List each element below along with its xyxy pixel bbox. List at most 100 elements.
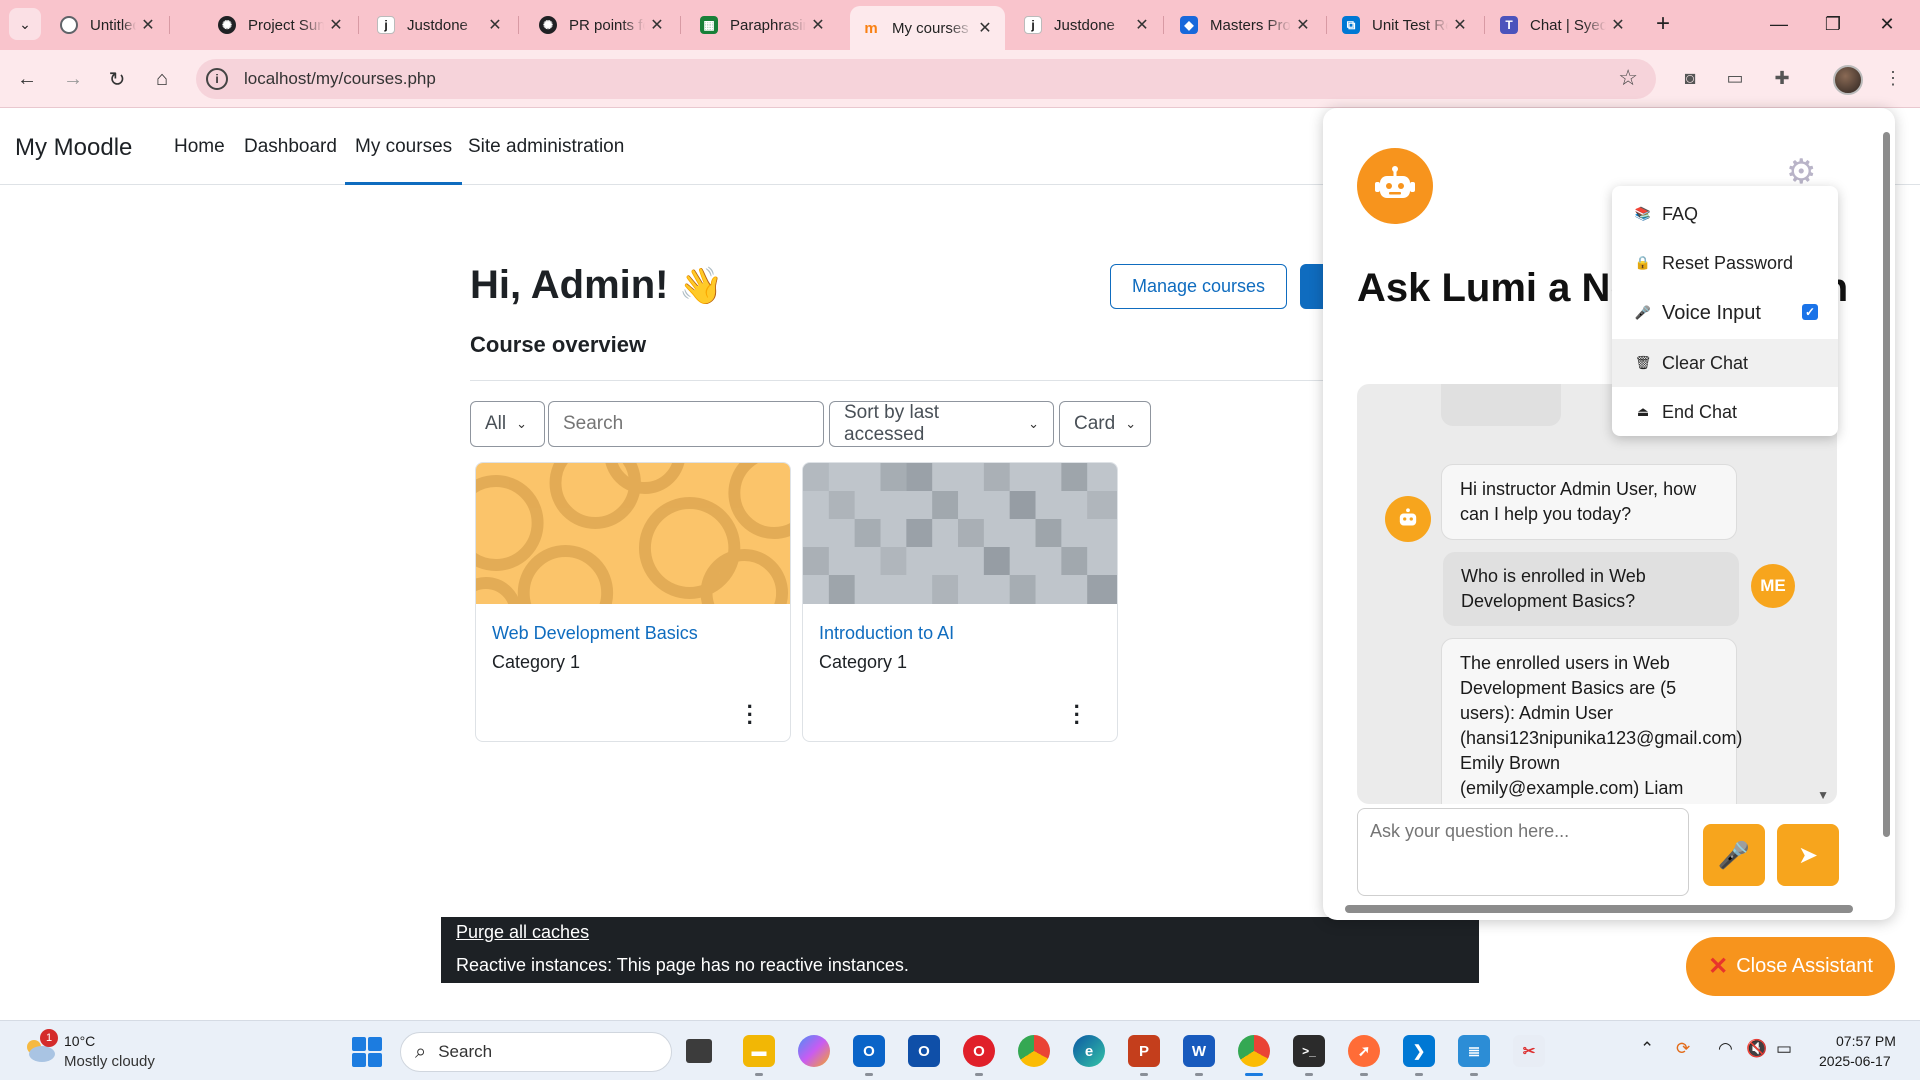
nav-dashboard[interactable]: Dashboard [244,136,337,158]
close-icon[interactable]: ✕ [1130,15,1154,35]
voice-input-checkbox[interactable]: ✓ [1802,304,1818,320]
view-mode-select[interactable]: Card ⌄ [1059,401,1151,447]
notepad-icon[interactable]: ≣ [1458,1035,1490,1067]
weather-description[interactable]: Mostly cloudy [64,1053,155,1070]
course-search-input[interactable] [548,401,824,447]
course-title-link[interactable]: Web Development Basics [492,623,698,644]
browser-tab[interactable]: ▦ Paraphrasing ✕ [688,8,838,42]
chevron-up-icon[interactable]: ⌃ [1640,1039,1654,1059]
menu-item-label: FAQ [1662,203,1699,224]
minimize-icon[interactable]: — [1756,6,1802,42]
browser-tab-active[interactable]: m My courses ✕ [850,6,1005,50]
course-card[interactable]: Web Development Basics Category 1 · · · [475,462,791,742]
nav-site-administration[interactable]: Site administration [468,136,624,158]
nav-my-courses[interactable]: My courses [345,136,463,185]
menu-item-end-chat[interactable]: ⏏ End Chat [1612,388,1838,436]
clock-time[interactable]: 07:57 PM [1836,1033,1896,1049]
browser-tab[interactable]: j Justdone ✕ [1012,8,1162,42]
site-info-icon[interactable]: i [206,68,228,90]
chrome-profile-icon[interactable] [1238,1035,1270,1067]
close-icon[interactable]: ✕ [324,15,348,35]
send-button[interactable]: ➤ [1777,824,1839,886]
scrollbar-thumb[interactable] [1883,132,1890,837]
course-actions-kebab-icon[interactable]: · · · [1074,696,1081,734]
close-icon[interactable]: ✕ [483,15,507,35]
microphone-button[interactable]: 🎤 [1703,824,1765,886]
tab-title: Unit Test Results [1372,16,1448,34]
bookmark-star-icon[interactable]: ☆ [1618,65,1638,91]
close-icon[interactable]: ✕ [806,15,830,35]
browser-tab[interactable]: ✺ PR points for ✕ [527,8,677,42]
course-title-link[interactable]: Introduction to AI [819,623,954,644]
new-tab-button[interactable]: + [1649,10,1677,38]
close-icon[interactable]: ✕ [645,15,669,35]
course-filter-select[interactable]: All ⌄ [470,401,545,447]
snipping-tool-icon[interactable]: ✂ [1513,1035,1545,1067]
address-bar[interactable]: i localhost/my/courses.php ☆ [196,59,1656,99]
scrollbar-thumb[interactable] [1345,905,1853,913]
edge-icon[interactable]: e [1073,1035,1105,1067]
sync-icon[interactable]: ⟳ [1676,1039,1690,1059]
site-brand[interactable]: My Moodle [15,134,132,162]
powerpoint-icon[interactable]: P [1128,1035,1160,1067]
close-assistant-button[interactable]: ✕ Close Assistant [1686,937,1895,996]
chrome-icon[interactable] [1018,1035,1050,1067]
copilot-icon[interactable] [798,1035,830,1067]
menu-item-reset-password[interactable]: 🔒 Reset Password [1612,239,1838,287]
chat-question-input[interactable] [1357,808,1689,896]
close-icon[interactable]: ✕ [136,15,160,35]
close-icon[interactable]: ✕ [973,18,997,38]
wifi-icon[interactable]: ◠ [1718,1039,1733,1059]
window-close-icon[interactable]: ✕ [1864,6,1910,42]
close-icon[interactable]: ✕ [1448,15,1472,35]
course-actions-kebab-icon[interactable]: · · · [747,696,754,734]
chat-vertical-scrollbar[interactable] [1881,120,1891,910]
volume-muted-icon[interactable]: 🔇 [1746,1039,1767,1059]
profile-avatar[interactable] [1833,65,1863,95]
reload-icon[interactable]: ↻ [100,62,134,96]
browser-tab[interactable]: j Justdone ✕ [365,8,515,42]
restore-icon[interactable]: ❐ [1810,6,1856,42]
back-icon[interactable]: ← [10,62,44,96]
url-text[interactable]: localhost/my/courses.php [244,69,436,89]
home-icon[interactable]: ⌂ [145,62,179,96]
camera-icon[interactable]: ◙ [1675,63,1705,93]
postman-icon[interactable]: ➚ [1348,1035,1380,1067]
sort-select[interactable]: Sort by last accessed ⌄ [829,401,1054,447]
menu-item-clear-chat[interactable]: 🗑 Clear Chat [1612,339,1838,387]
outlook-new-icon[interactable]: O [853,1035,885,1067]
browser-tab[interactable]: ⧉ Unit Test Results ✕ [1330,8,1480,42]
terminal-icon[interactable]: >_ [1293,1035,1325,1067]
battery-icon[interactable]: ▭ [1776,1039,1792,1059]
forward-icon[interactable]: → [56,62,90,96]
vscode-icon[interactable]: ❯ [1403,1035,1435,1067]
weather-temperature[interactable]: 10°C [64,1033,95,1049]
browser-tab[interactable]: ✺ Project Summary ✕ [206,8,356,42]
opera-icon[interactable]: O [963,1035,995,1067]
scroll-down-arrow-icon[interactable]: ▼ [1817,788,1829,802]
manage-courses-button[interactable]: Manage courses [1110,264,1287,309]
chat-horizontal-scrollbar[interactable] [1329,902,1874,914]
nav-home[interactable]: Home [174,136,225,158]
browser-tab[interactable]: T Chat | Syed ✕ [1488,8,1638,42]
close-icon[interactable]: ✕ [1606,15,1630,35]
tab-search-button[interactable]: ⌄ [9,8,41,40]
menu-item-voice-input[interactable]: 🎤 Voice Input ✓ [1612,289,1838,337]
menu-item-faq[interactable]: 📚 FAQ [1612,190,1838,238]
browser-tab[interactable]: Untitled ✕ [48,8,168,42]
browser-menu-icon[interactable]: ⋮ [1878,63,1908,93]
cast-icon[interactable]: ▭ [1720,63,1750,93]
clock-date[interactable]: 2025-06-17 [1819,1053,1891,1069]
lock-icon: 🔒 [1634,255,1652,270]
task-view-icon[interactable] [686,1039,712,1063]
taskbar-search[interactable]: ⌕ Search [400,1032,672,1072]
course-card[interactable]: Introduction to AI Category 1 · · · [802,462,1118,742]
word-icon[interactable]: W [1183,1035,1215,1067]
outlook-icon[interactable]: O [908,1035,940,1067]
close-icon[interactable]: ✕ [1291,15,1315,35]
browser-tab[interactable]: ◆ Masters Project ✕ [1168,8,1323,42]
windows-start-icon[interactable] [352,1037,382,1067]
extensions-puzzle-icon[interactable]: ✚ [1767,63,1797,93]
file-explorer-icon[interactable]: ▬ [743,1035,775,1067]
purge-caches-link[interactable]: Purge all caches [456,922,589,943]
